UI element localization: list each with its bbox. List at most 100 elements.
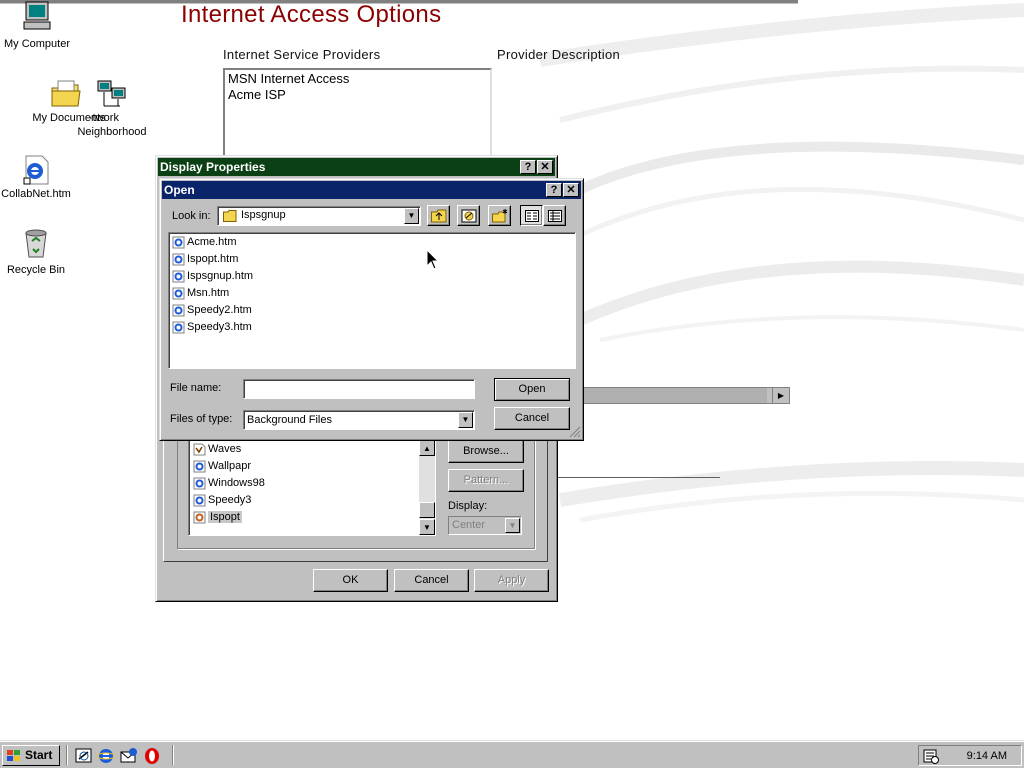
wallpaper-name: Speedy3 xyxy=(208,494,252,506)
details-view-icon xyxy=(548,210,562,222)
files-of-type-dropdown[interactable]: Background Files ▼ xyxy=(243,410,475,430)
resize-grip-icon[interactable] xyxy=(569,426,581,438)
folder-icon xyxy=(223,210,237,222)
file-listbox[interactable]: Acme.htm Ispopt.htm Ispsgnup.htm Msn.htm… xyxy=(168,232,576,369)
file-item[interactable]: Speedy2.htm xyxy=(172,302,252,319)
taskbar-separator xyxy=(66,745,68,765)
isp-label: Internet Service Providers xyxy=(223,47,381,62)
desktop-icon-recycle-bin[interactable]: Recycle Bin xyxy=(0,227,76,279)
desktop-icon-label-line2: Neighborhood xyxy=(77,126,147,138)
scroll-down-arrow-icon[interactable]: ▼ xyxy=(419,519,435,535)
ie-document-icon xyxy=(172,304,185,317)
details-view-button[interactable] xyxy=(543,205,566,226)
ie-document-icon xyxy=(193,477,206,490)
open-dialog-titlebar[interactable]: Open ? ✕ xyxy=(162,181,581,199)
look-in-label: Look in: xyxy=(172,210,211,222)
look-in-value: Ispsgnup xyxy=(241,209,286,221)
file-name-label: File name: xyxy=(170,382,222,394)
display-properties-titlebar[interactable]: Display Properties ? ✕ xyxy=(158,158,555,176)
ie-document-icon xyxy=(193,511,206,524)
open-button[interactable]: Open xyxy=(494,378,570,401)
scroll-thumb[interactable] xyxy=(419,502,435,518)
help-button[interactable]: ? xyxy=(520,160,536,174)
outlook-express-icon[interactable] xyxy=(120,747,138,765)
computer-icon xyxy=(23,1,51,30)
file-item[interactable]: Msn.htm xyxy=(172,285,229,302)
desktop-icon-label: Recycle Bin xyxy=(6,264,66,276)
display-label: Display: xyxy=(448,500,488,512)
wallpaper-item[interactable]: Waves xyxy=(193,441,241,457)
recycle-bin-icon xyxy=(25,229,47,258)
desktop-icon-collabnet[interactable]: CollabNet.htm xyxy=(0,154,76,204)
wallpaper-listbox[interactable]: Waves Wallpapr Windows98 Speedy3 Ispopt … xyxy=(188,439,436,536)
wallpaper-item[interactable]: Windows98 xyxy=(193,475,265,491)
wallpaper-item[interactable]: Speedy3 xyxy=(193,492,251,508)
cancel-button[interactable]: Cancel xyxy=(394,569,469,592)
desktop-icon-my-computer[interactable]: My Computer xyxy=(0,0,77,55)
scroll-right-arrow-icon[interactable]: ▶ xyxy=(772,388,789,403)
up-one-level-button[interactable] xyxy=(427,205,450,226)
look-in-dropdown[interactable]: Ispsgnup ▼ xyxy=(217,206,421,226)
apply-button[interactable]: Apply xyxy=(474,569,549,592)
go-to-desktop-button[interactable] xyxy=(457,205,480,226)
wallpaper-item[interactable]: Wallpapr xyxy=(193,458,251,474)
wallpaper-name: Windows98 xyxy=(208,477,265,489)
page-title: Internet Access Options xyxy=(181,1,442,28)
isp-list-item[interactable]: Acme ISP xyxy=(228,87,487,103)
scroll-track[interactable] xyxy=(557,388,767,403)
ie-document-icon xyxy=(172,321,185,334)
opera-icon[interactable] xyxy=(143,747,161,765)
show-desktop-icon[interactable] xyxy=(75,747,93,765)
file-name: Msn.htm xyxy=(187,287,230,299)
wallpaper-list-scrollbar[interactable]: ▲ ▼ xyxy=(419,440,435,535)
file-name-input[interactable] xyxy=(243,379,475,399)
file-item[interactable]: Acme.htm xyxy=(172,234,237,251)
list-view-button[interactable] xyxy=(520,205,543,226)
taskbar-separator xyxy=(172,745,174,765)
create-new-folder-button[interactable] xyxy=(488,205,511,226)
clock[interactable]: 9:14 AM xyxy=(967,750,1007,762)
isp-list-item[interactable]: MSN Internet Access xyxy=(228,71,487,87)
ok-button[interactable]: OK xyxy=(313,569,388,592)
internet-explorer-icon[interactable] xyxy=(97,747,115,765)
file-name: Acme.htm xyxy=(187,236,237,248)
scheduler-icon[interactable] xyxy=(923,748,939,764)
help-button[interactable]: ? xyxy=(546,183,562,197)
start-button[interactable]: Start xyxy=(2,745,60,766)
chevron-down-icon[interactable]: ▼ xyxy=(505,518,520,533)
files-of-type-value: Background Files xyxy=(247,414,332,426)
wallpaper-item-selected[interactable]: Ispopt xyxy=(193,509,242,525)
file-item[interactable]: Speedy3.htm xyxy=(172,319,252,336)
browse-button[interactable]: Browse... xyxy=(448,440,524,463)
file-name: Speedy2.htm xyxy=(187,304,252,316)
close-button[interactable]: ✕ xyxy=(537,160,553,174)
ie-document-icon xyxy=(172,236,185,249)
file-item[interactable]: Ispsgnup.htm xyxy=(172,268,253,285)
wallpaper-name: Ispopt xyxy=(208,511,242,523)
isp-listbox[interactable]: MSN Internet Access Acme ISP xyxy=(223,68,492,162)
desktop-icon xyxy=(461,209,477,223)
horizontal-rule xyxy=(557,477,720,478)
display-select[interactable]: Center ▼ xyxy=(448,516,522,535)
scroll-up-arrow-icon[interactable]: ▲ xyxy=(419,440,435,456)
provider-description-label: Provider Description xyxy=(497,47,621,62)
file-name: Speedy3.htm xyxy=(187,321,252,333)
page-horizontal-scrollbar[interactable]: ▶ xyxy=(556,387,790,404)
chevron-down-icon[interactable]: ▼ xyxy=(404,208,419,224)
chevron-down-icon[interactable]: ▼ xyxy=(458,412,473,428)
ie-document-icon xyxy=(193,460,206,473)
close-button[interactable]: ✕ xyxy=(563,183,579,197)
cancel-button[interactable]: Cancel xyxy=(494,407,570,430)
file-name: Ispsgnup.htm xyxy=(187,270,254,282)
wave-file-icon xyxy=(193,443,206,456)
open-dialog: Open ? ✕ Look in: Ispsgnup ▼ Acme.htm Is… xyxy=(159,178,584,441)
pattern-button[interactable]: Pattern... xyxy=(448,469,524,492)
new-folder-icon xyxy=(492,209,508,223)
mouse-cursor-icon xyxy=(426,249,440,270)
desktop-icon-network-neighborhood[interactable]: ·twork Neighborhood xyxy=(72,76,152,140)
network-icon xyxy=(97,80,126,107)
ie-document-icon xyxy=(23,155,49,185)
files-of-type-label: Files of type: xyxy=(170,413,233,425)
file-item[interactable]: Ispopt.htm xyxy=(172,251,238,268)
list-view-icon xyxy=(525,210,539,222)
